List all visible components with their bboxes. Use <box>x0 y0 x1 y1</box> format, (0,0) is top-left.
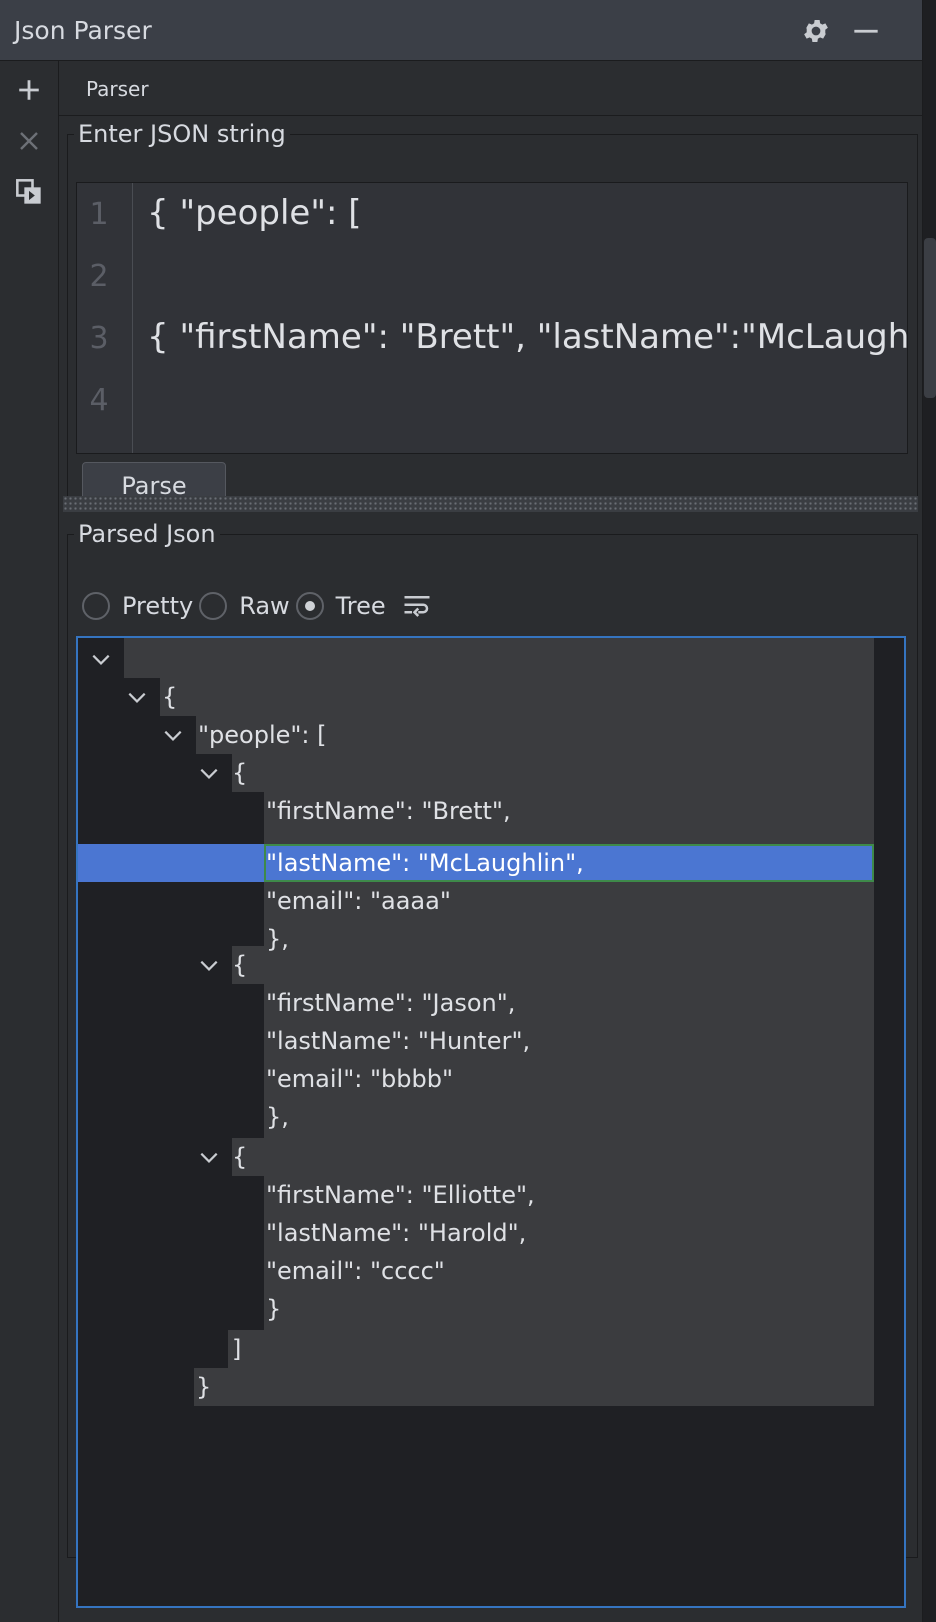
radio-tree[interactable]: Tree <box>295 592 386 620</box>
tree-node[interactable]: "email": "bbbb" <box>266 1065 453 1093</box>
tree-node[interactable]: } <box>266 1295 281 1323</box>
tree-row-background <box>232 946 874 984</box>
tree-node[interactable]: "firstName": "Brett", <box>266 797 511 825</box>
tree-node[interactable]: "lastName": "Harold", <box>266 1219 526 1247</box>
parser-content: Enter JSON string 1 { "people": [ 2 3 { … <box>59 116 922 1622</box>
tree-row-background <box>232 1138 874 1176</box>
json-tree-view[interactable]: { "people": [ { "firstName": "Brett", "l… <box>76 636 906 1608</box>
tree-node[interactable]: { <box>232 1143 247 1171</box>
input-legend: Enter JSON string <box>78 120 286 148</box>
json-parser-window: Json Parser Parser Enter JSON string 1 {… <box>0 0 923 1622</box>
restore-tab-icon[interactable] <box>12 175 46 209</box>
tree-row-background <box>232 754 874 792</box>
splitter-handle[interactable] <box>63 496 918 512</box>
chevron-down-icon[interactable] <box>162 724 184 746</box>
left-toolbar <box>0 61 59 1622</box>
radio-pretty[interactable]: Pretty <box>82 592 193 620</box>
line-number: 1 <box>89 197 109 232</box>
gear-icon[interactable] <box>799 14 833 48</box>
close-icon[interactable] <box>12 124 46 158</box>
radio-label: Raw <box>239 592 290 620</box>
tab-strip: Parser <box>59 61 922 116</box>
output-group: Parsed Json Pretty Raw Tree {"people": … <box>67 520 918 1608</box>
radio-label: Tree <box>335 592 386 620</box>
radio-button[interactable] <box>82 592 110 620</box>
output-legend: Parsed Json <box>78 520 216 548</box>
tree-node[interactable]: }, <box>266 925 289 953</box>
code-line[interactable]: { "firstName": "Brett", "lastName":"McLa… <box>147 317 907 357</box>
tree-node[interactable]: "firstName": "Elliotte", <box>266 1181 535 1209</box>
input-group: Enter JSON string 1 { "people": [ 2 3 { … <box>67 120 918 510</box>
line-number: 2 <box>89 259 109 294</box>
tab-parser[interactable]: Parser <box>86 77 149 101</box>
selected-row-highlight <box>78 844 264 882</box>
tree-row-background <box>194 1368 874 1406</box>
json-input-editor[interactable]: 1 { "people": [ 2 3 { "firstName": "Bret… <box>76 182 908 454</box>
tree-node-selected[interactable]: "lastName": "McLaughlin", <box>266 849 584 877</box>
soft-wrap-icon[interactable] <box>402 591 432 621</box>
tree-node[interactable]: "people": [ <box>198 721 327 749</box>
tree-node[interactable]: "lastName": "Hunter", <box>266 1027 530 1055</box>
radio-button[interactable] <box>295 592 324 620</box>
view-mode-radio-group: Pretty Raw Tree <box>82 586 432 626</box>
tree-row-background <box>124 638 874 678</box>
tree-row-background <box>228 1330 874 1368</box>
radio-label: Pretty <box>122 592 194 620</box>
chevron-down-icon[interactable] <box>198 762 220 784</box>
radio-button[interactable] <box>199 592 228 620</box>
line-number: 4 <box>89 383 109 418</box>
tree-node[interactable]: "email": "aaaa" <box>266 887 451 915</box>
tree-node[interactable]: ] <box>232 1335 241 1363</box>
tree-node[interactable]: } <box>196 1373 211 1401</box>
plus-icon[interactable] <box>12 73 46 107</box>
radio-raw[interactable]: Raw <box>199 592 290 620</box>
tree-node[interactable]: "email": "cccc" <box>266 1257 445 1285</box>
tree-node[interactable]: "firstName": "Jason", <box>266 989 515 1017</box>
radio-selected-dot <box>304 601 315 611</box>
line-number: 3 <box>89 321 109 356</box>
tree-node[interactable]: }, <box>266 1103 289 1131</box>
code-line[interactable]: { "people": [ <box>147 193 362 233</box>
tree-node[interactable]: { <box>232 951 247 979</box>
window-title: Json Parser <box>14 16 152 45</box>
tree-node[interactable]: { <box>232 759 247 787</box>
minus-icon[interactable] <box>849 14 883 48</box>
tree-row-background <box>160 678 874 716</box>
chevron-down-icon[interactable] <box>198 1146 220 1168</box>
title-bar: Json Parser <box>0 0 922 61</box>
chevron-down-icon[interactable] <box>198 954 220 976</box>
tree-node[interactable]: { <box>162 683 177 711</box>
chevron-down-icon[interactable] <box>90 648 112 670</box>
scrollbar-thumb[interactable] <box>924 238 936 398</box>
chevron-down-icon[interactable] <box>126 686 148 708</box>
